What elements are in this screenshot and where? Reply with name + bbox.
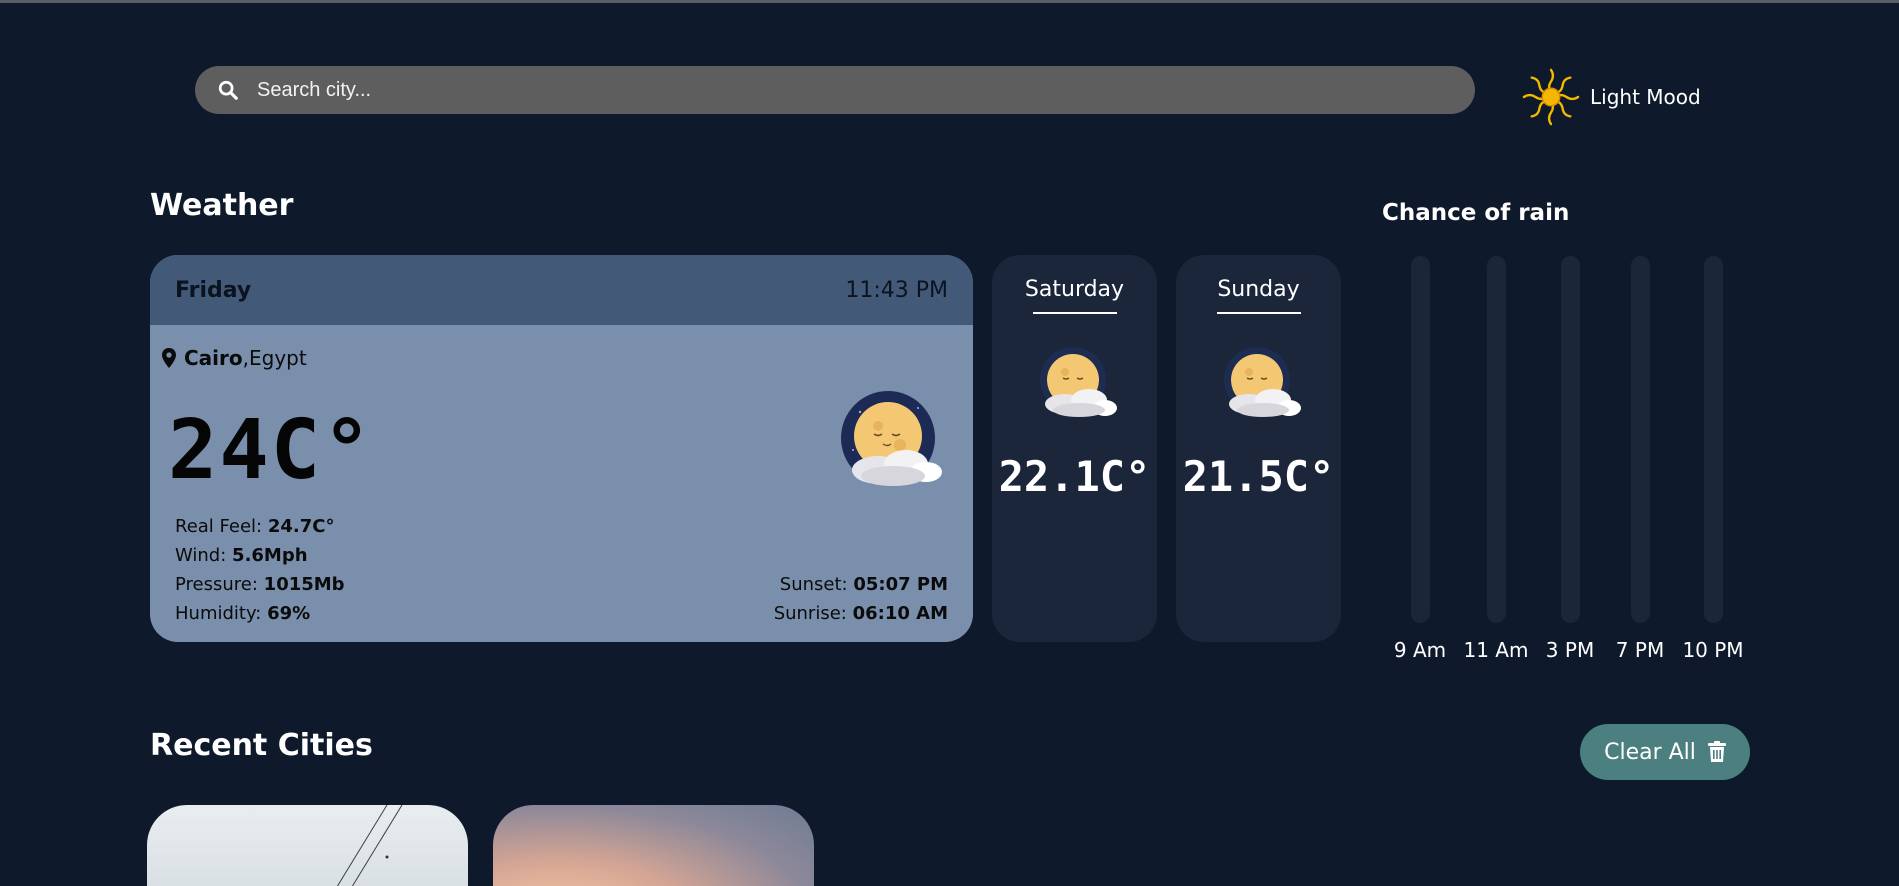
rain-bar	[1630, 256, 1650, 623]
moon-cloud-icon	[1039, 347, 1117, 417]
humidity-label: Humidity:	[175, 603, 262, 624]
location-city: Cairo	[184, 346, 243, 370]
today-day: Friday	[175, 277, 252, 303]
trash-icon	[1707, 741, 1726, 762]
weather-section-title: Weather	[150, 188, 294, 223]
clear-all-button[interactable]: Clear All	[1580, 724, 1750, 780]
wind-value: 5.6Mph	[232, 545, 308, 566]
sunset-value: 05:07 PM	[853, 574, 948, 595]
recent-city-card[interactable]	[493, 805, 814, 886]
chance-of-rain-title: Chance of rain	[1382, 200, 1570, 226]
pressure: Pressure: 1015Mb	[175, 570, 345, 599]
rain-bar	[1410, 256, 1430, 623]
forecast-day: Sunday	[1217, 277, 1300, 302]
humidity: Humidity: 69%	[175, 599, 345, 628]
real-feel: Real Feel: 24.7C°	[175, 512, 345, 541]
rain-hour-label: 3 PM	[1545, 638, 1595, 662]
location: Cairo, Egypt	[162, 346, 307, 370]
forecast-card-saturday: Saturday 22.1C°	[992, 255, 1157, 642]
rain-bar	[1486, 256, 1506, 623]
forecast-divider	[1216, 312, 1301, 314]
forecast-day: Saturday	[1024, 277, 1125, 302]
humidity-value: 69%	[267, 603, 311, 624]
rain-bar	[1560, 256, 1580, 623]
theme-toggle[interactable]: Light Mood	[1520, 66, 1701, 128]
rain-hour-label: 11 Am	[1463, 638, 1529, 662]
sun-icon	[1522, 68, 1580, 126]
rain-hour-label: 7 PM	[1615, 638, 1665, 662]
real-feel-value: 24.7C°	[267, 516, 335, 537]
pressure-label: Pressure:	[175, 574, 258, 595]
rain-hour-label: 9 Am	[1393, 638, 1447, 662]
city-photo	[336, 805, 403, 886]
forecast-temperature: 21.5C°	[1182, 452, 1335, 501]
sunrise-value: 06:10 AM	[852, 603, 948, 624]
clear-all-label: Clear All	[1604, 739, 1696, 765]
today-details: Real Feel: 24.7C° Wind: 5.6Mph Pressure:…	[175, 512, 345, 628]
forecast-divider	[1032, 312, 1117, 314]
sunrise-label: Sunrise:	[773, 603, 847, 624]
window-top-border	[0, 0, 1899, 3]
real-feel-label: Real Feel:	[175, 516, 263, 537]
today-card-header: Friday 11:43 PM	[150, 255, 973, 325]
sunset: Sunset: 05:07 PM	[774, 570, 948, 599]
rain-hour-label: 10 PM	[1682, 638, 1744, 662]
moon-cloud-icon	[841, 391, 942, 486]
moon-cloud-icon	[1223, 347, 1301, 417]
theme-toggle-label: Light Mood	[1590, 85, 1701, 109]
sunset-label: Sunset:	[779, 574, 848, 595]
rain-bar	[1703, 256, 1723, 623]
search-input[interactable]	[257, 78, 1357, 102]
location-country: Egypt	[249, 346, 307, 370]
search-icon	[218, 80, 238, 100]
today-temperature: 24C°	[168, 403, 374, 498]
forecast-card-sunday: Sunday 21.5C°	[1176, 255, 1341, 642]
recent-city-card[interactable]	[147, 805, 468, 886]
wind-label: Wind:	[175, 545, 227, 566]
sun-times: Sunset: 05:07 PM Sunrise: 06:10 AM	[774, 570, 948, 628]
pressure-value: 1015Mb	[263, 574, 345, 595]
sunrise: Sunrise: 06:10 AM	[774, 599, 948, 628]
recent-cities-title: Recent Cities	[150, 728, 373, 763]
location-pin-icon	[162, 348, 176, 368]
today-weather-card: Friday 11:43 PM Cairo, Egypt 24C° Real Fe…	[150, 255, 973, 642]
search-bar[interactable]	[195, 66, 1475, 114]
wind: Wind: 5.6Mph	[175, 541, 345, 570]
forecast-temperature: 22.1C°	[998, 452, 1151, 501]
today-time: 11:43 PM	[845, 277, 948, 303]
